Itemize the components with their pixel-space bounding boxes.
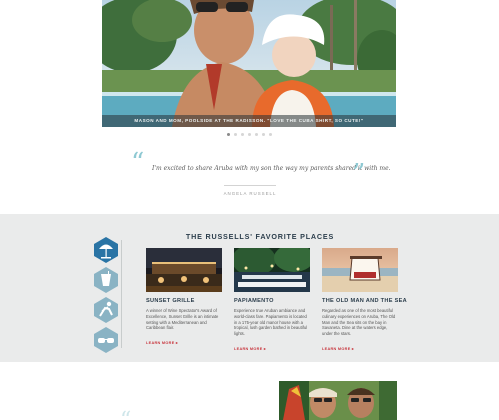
learn-more-link[interactable]: LEARN MORE ▸	[322, 346, 354, 351]
close-quote-icon: ”	[352, 159, 366, 189]
sunglasses-icon[interactable]	[92, 326, 120, 354]
place-name: THE OLD MAN AND THE SEA	[322, 298, 408, 304]
slide-dot[interactable]	[248, 133, 251, 136]
place-name: PAPIAMENTO	[234, 298, 274, 304]
place-card: SUNSET GRILLE A winner of Wine Spectator…	[146, 248, 222, 349]
learn-more-link[interactable]: LEARN MORE ▸	[146, 340, 178, 345]
place-image[interactable]	[322, 248, 398, 292]
slide-dot[interactable]	[234, 133, 237, 136]
slide-dot[interactable]	[227, 133, 230, 136]
slide-dot[interactable]	[241, 133, 244, 136]
slide-dot[interactable]	[255, 133, 258, 136]
beach-umbrella-icon[interactable]	[92, 236, 120, 264]
place-name: SUNSET GRILLE	[146, 298, 195, 304]
quote-divider	[224, 185, 276, 186]
place-card: PAPIAMENTO Experience true Aruban ambian…	[234, 248, 310, 355]
testimonial-text: I'm excited to share Aruba with my son t…	[152, 165, 391, 172]
cocktail-icon[interactable]	[92, 266, 120, 294]
swimmer-icon[interactable]	[92, 296, 120, 324]
hero-photo	[102, 0, 396, 127]
family-photo	[279, 381, 397, 420]
open-quote-icon: “	[120, 410, 131, 420]
hero-slideshow[interactable]: MASON AND MOM, POOLSIDE AT THE RADISSON.…	[102, 0, 396, 127]
place-description: Experience true Aruban ambiance and worl…	[234, 308, 308, 337]
place-image[interactable]	[146, 248, 222, 292]
section-title: THE RUSSELLS' FAVORITE PLACES	[185, 232, 335, 241]
slideshow-pagination	[0, 133, 499, 136]
slide-dot[interactable]	[269, 133, 272, 136]
open-quote-icon: “	[131, 148, 145, 178]
favorite-places-section: THE RUSSELLS' FAVORITE PLACES SUNSET GRI…	[0, 214, 499, 362]
learn-more-link[interactable]: LEARN MORE ▸	[234, 346, 266, 351]
hero-caption: MASON AND MOM, POOLSIDE AT THE RADISSON.…	[102, 115, 396, 127]
place-description: A winner of Wine Spectator's Award of Ex…	[146, 308, 219, 331]
slide-dot[interactable]	[262, 133, 265, 136]
place-card: THE OLD MAN AND THE SEA Regarded as one …	[322, 248, 408, 355]
nav-divider	[121, 240, 122, 348]
testimonial-author: ANGELA RUSSELL	[223, 191, 277, 196]
place-description: Regarded as one of the most beautiful cu…	[322, 308, 396, 337]
place-image[interactable]	[234, 248, 310, 292]
